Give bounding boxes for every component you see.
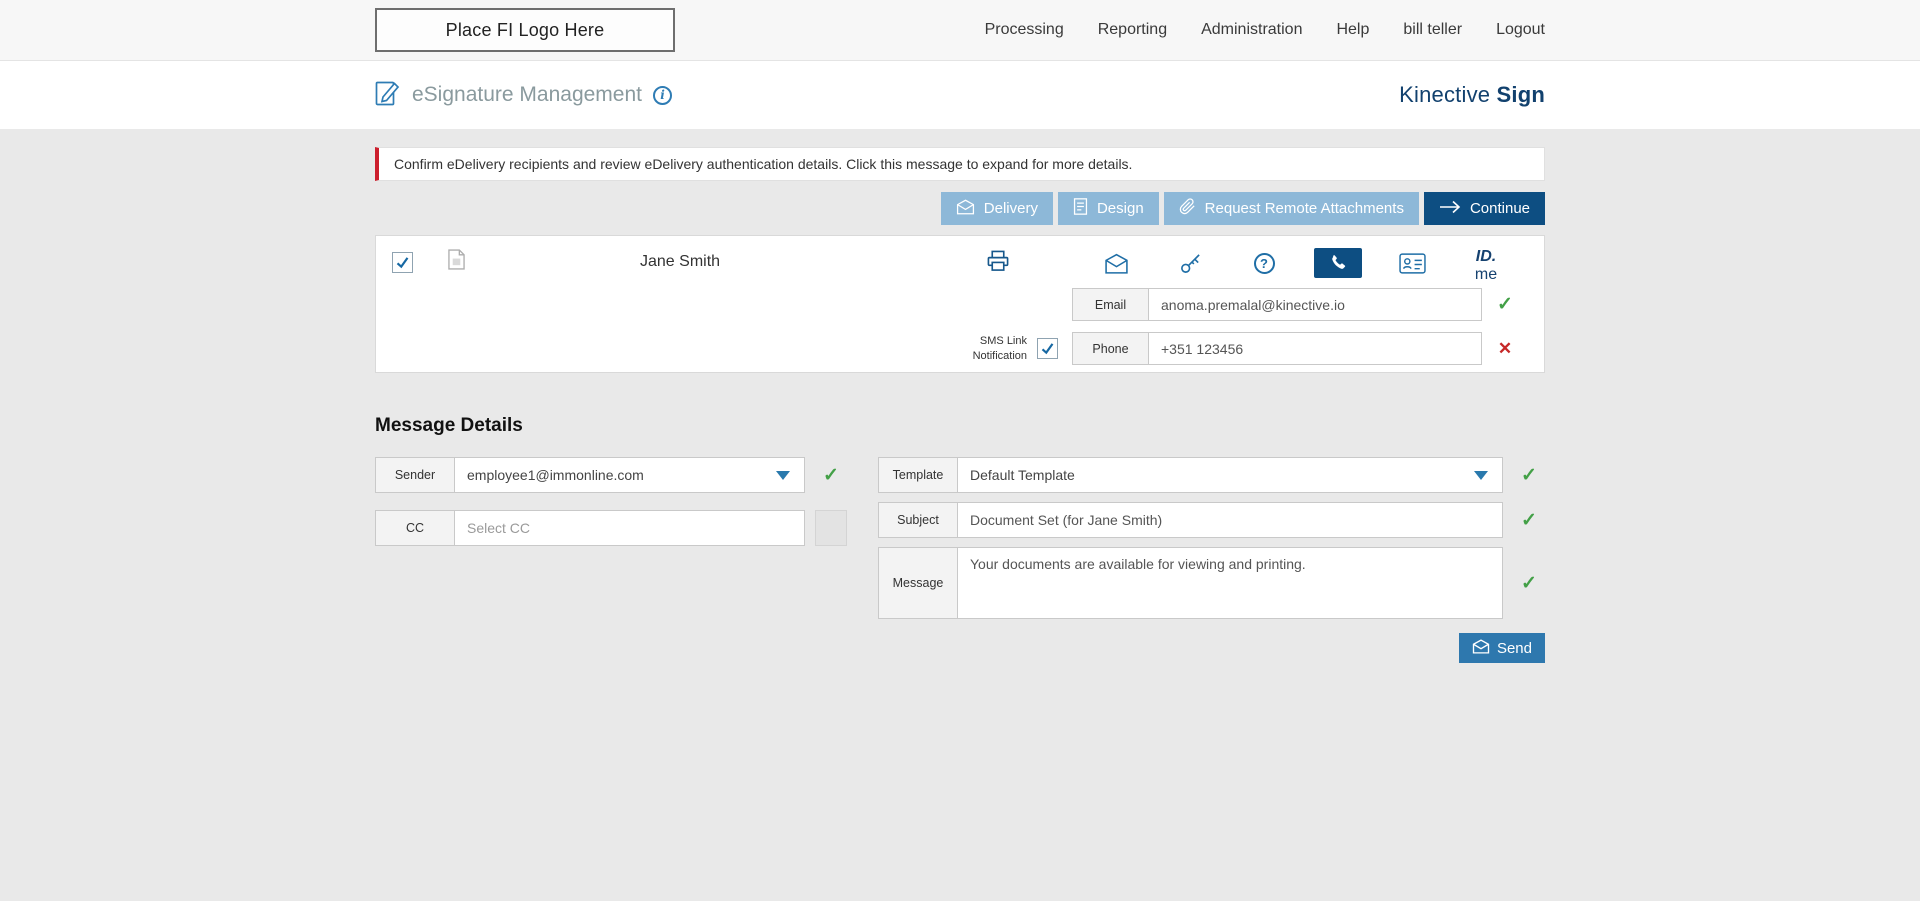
recipient-name: Jane Smith (640, 253, 720, 271)
subject-row: Subject ✓ (878, 502, 1545, 538)
phone-label: Phone (1072, 332, 1149, 365)
email-input[interactable] (1149, 288, 1482, 321)
brand-name-bold: Sign (1497, 82, 1545, 107)
chevron-down-icon (776, 471, 790, 480)
send-button[interactable]: Send (1459, 633, 1545, 663)
request-remote-attachments-button[interactable]: Request Remote Attachments (1164, 192, 1419, 225)
top-bar: Place FI Logo Here Processing Reporting … (0, 0, 1920, 61)
idme-logo-rest: me (1475, 266, 1497, 284)
auth-id-verification-button[interactable] (1388, 248, 1436, 278)
email-row: Email ✓ (1072, 288, 1520, 321)
cc-row: CC (375, 510, 847, 546)
auth-sms-button[interactable] (1314, 248, 1362, 278)
template-value: Default Template (970, 467, 1075, 483)
sender-label: Sender (375, 457, 455, 493)
document-icon (1073, 198, 1088, 219)
paperclip-icon (1179, 198, 1196, 219)
alert-banner[interactable]: Confirm eDelivery recipients and review … (375, 147, 1545, 181)
subject-label: Subject (878, 502, 958, 538)
checkmark-icon (1040, 341, 1055, 356)
phone-row: SMS Link Notification Phone ✕ (955, 332, 1520, 365)
sender-dropdown[interactable]: employee1@immonline.com (455, 457, 805, 493)
nav-administration[interactable]: Administration (1201, 21, 1302, 39)
info-icon[interactable]: i (653, 86, 672, 105)
envelope-icon (1472, 639, 1490, 658)
design-button[interactable]: Design (1058, 192, 1159, 225)
brand-logo: Kinective Sign (1399, 82, 1545, 108)
template-dropdown[interactable]: Default Template (958, 457, 1503, 493)
envelope-icon (1104, 253, 1129, 274)
print-icon[interactable] (986, 249, 1010, 277)
message-row: Message Your documents are available for… (878, 547, 1545, 619)
recipient-document-icon (448, 249, 465, 275)
nav-reporting[interactable]: Reporting (1098, 21, 1167, 39)
nav-help[interactable]: Help (1336, 21, 1369, 39)
sender-valid-icon: ✓ (815, 457, 847, 493)
cc-label: CC (375, 510, 455, 546)
request-remote-attachments-label: Request Remote Attachments (1205, 200, 1404, 217)
email-valid-icon: ✓ (1490, 293, 1520, 316)
message-details-section: Sender employee1@immonline.com ✓ CC Temp… (375, 457, 1545, 663)
message-valid-icon: ✓ (1513, 547, 1545, 619)
nav-user[interactable]: bill teller (1403, 21, 1462, 39)
app-header: eSignature Management i Kinective Sign (0, 61, 1920, 129)
delivery-button[interactable]: Delivery (941, 192, 1053, 225)
arrow-right-icon (1439, 200, 1461, 218)
envelope-icon (956, 199, 975, 219)
auth-email-button[interactable] (1092, 248, 1140, 278)
auth-key-button[interactable] (1166, 248, 1214, 278)
sms-notification-checkbox[interactable] (1037, 338, 1058, 359)
delivery-label: Delivery (984, 200, 1038, 217)
question-icon: ? (1254, 253, 1275, 274)
message-details-heading: Message Details (375, 415, 1545, 437)
brand-name: Kinective (1399, 82, 1496, 107)
id-card-icon (1399, 253, 1426, 274)
key-icon (1179, 252, 1202, 275)
phone-invalid-icon: ✕ (1490, 339, 1520, 359)
subject-valid-icon: ✓ (1513, 502, 1545, 538)
send-row: Send (878, 633, 1545, 663)
sms-link-notification-label: SMS Link Notification (955, 334, 1027, 364)
phone-icon (1328, 253, 1348, 273)
message-textarea[interactable]: Your documents are available for viewing… (958, 547, 1503, 619)
design-label: Design (1097, 200, 1144, 217)
checkmark-icon (395, 255, 410, 270)
action-toolbar: Delivery Design Request Remote Attachmen… (375, 192, 1545, 225)
recipient-card: Jane Smith ? (375, 235, 1545, 373)
nav-processing[interactable]: Processing (985, 21, 1064, 39)
subject-input[interactable] (958, 502, 1503, 538)
template-label: Template (878, 457, 958, 493)
fi-logo-placeholder: Place FI Logo Here (375, 8, 675, 52)
nav-logout[interactable]: Logout (1496, 21, 1545, 39)
auth-idme-button[interactable]: ID.me (1462, 248, 1510, 278)
continue-button[interactable]: Continue (1424, 192, 1545, 225)
auth-method-row: ? ID.me (1092, 248, 1510, 278)
sender-value: employee1@immonline.com (467, 467, 644, 483)
main-content: Confirm eDelivery recipients and review … (0, 129, 1920, 663)
fi-logo-text: Place FI Logo Here (446, 20, 605, 41)
email-label: Email (1072, 288, 1149, 321)
cc-input[interactable] (455, 510, 805, 546)
chevron-down-icon (1474, 471, 1488, 480)
alert-text: Confirm eDelivery recipients and review … (394, 156, 1132, 172)
template-row: Template Default Template ✓ (878, 457, 1545, 493)
continue-label: Continue (1470, 200, 1530, 217)
send-label: Send (1497, 640, 1532, 657)
top-nav: Processing Reporting Administration Help… (985, 21, 1545, 39)
phone-input[interactable] (1149, 332, 1482, 365)
sender-row: Sender employee1@immonline.com ✓ (375, 457, 847, 493)
page-title: eSignature Management (412, 83, 642, 107)
template-valid-icon: ✓ (1513, 457, 1545, 493)
auth-security-question-button[interactable]: ? (1240, 248, 1288, 278)
cc-status-cell (815, 510, 847, 546)
esignature-doc-icon (375, 79, 401, 112)
message-label: Message (878, 547, 958, 619)
idme-logo-bold: ID. (1476, 248, 1496, 266)
recipient-checkbox[interactable] (392, 252, 413, 273)
